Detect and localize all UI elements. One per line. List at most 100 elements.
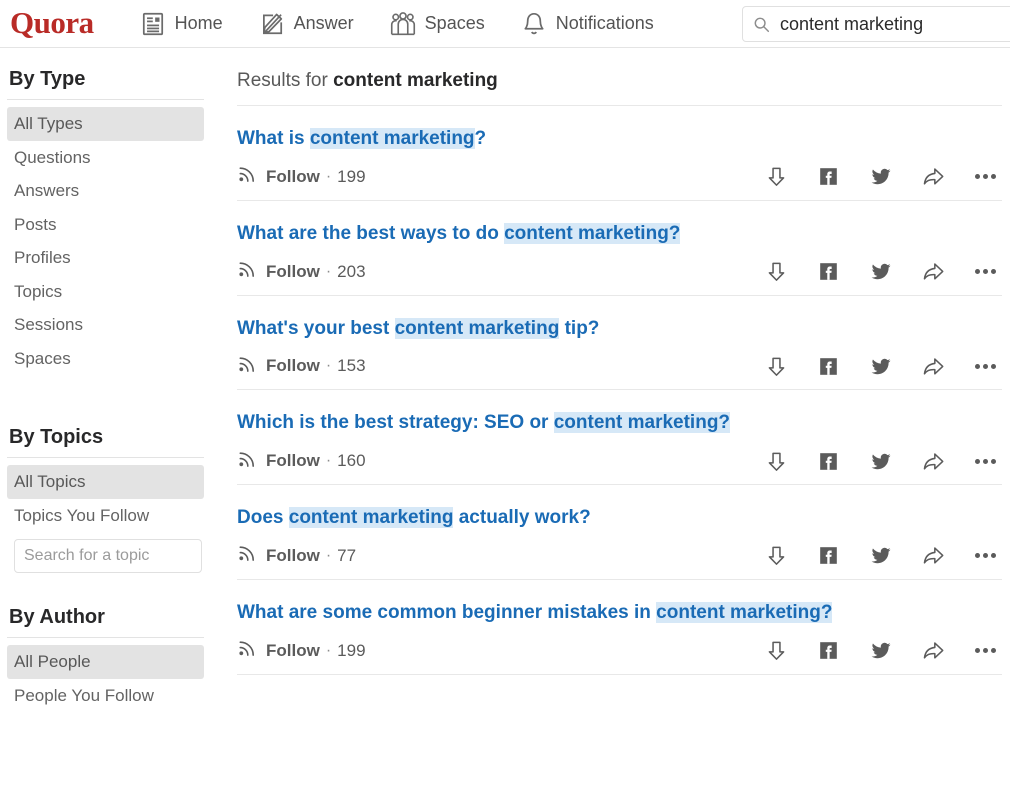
more-options-icon[interactable] bbox=[975, 364, 996, 369]
follower-count: 199 bbox=[337, 641, 365, 661]
search-input[interactable] bbox=[780, 14, 1010, 35]
nav-item-spaces[interactable]: Spaces bbox=[390, 11, 485, 37]
share-arrow-icon[interactable] bbox=[922, 165, 945, 188]
rss-follow-icon bbox=[237, 449, 257, 474]
dot bbox=[991, 459, 996, 464]
sidebar-spacer bbox=[7, 579, 205, 606]
meta-separator: · bbox=[326, 357, 331, 375]
follow-button[interactable]: Follow · 199 bbox=[237, 164, 366, 189]
results-query: content marketing bbox=[333, 70, 498, 91]
dot bbox=[983, 364, 988, 369]
topic-search-input[interactable] bbox=[14, 539, 202, 573]
sidebar-section-by-topics: By Topics All Topics Topics You Follow bbox=[7, 426, 205, 573]
nav-label-spaces: Spaces bbox=[425, 13, 485, 34]
follower-count: 203 bbox=[337, 262, 365, 282]
sidebar-item-posts[interactable]: Posts bbox=[7, 208, 204, 242]
sidebar-item-profiles[interactable]: Profiles bbox=[7, 241, 204, 275]
sidebar-item-topics-you-follow[interactable]: Topics You Follow bbox=[7, 499, 204, 533]
result-title-link[interactable]: What are some common beginner mistakes i… bbox=[237, 601, 1002, 625]
follow-label: Follow bbox=[266, 262, 320, 282]
facebook-share-icon[interactable] bbox=[818, 261, 839, 282]
facebook-share-icon[interactable] bbox=[818, 356, 839, 377]
dot bbox=[983, 648, 988, 653]
result-item: What are the best ways to do content mar… bbox=[237, 201, 1002, 296]
dot bbox=[975, 459, 980, 464]
downvote-arrow-icon[interactable] bbox=[765, 165, 788, 188]
downvote-arrow-icon[interactable] bbox=[765, 260, 788, 283]
dot bbox=[983, 459, 988, 464]
downvote-arrow-icon[interactable] bbox=[765, 639, 788, 662]
sidebar-item-answers[interactable]: Answers bbox=[7, 174, 204, 208]
follow-button[interactable]: Follow · 199 bbox=[237, 638, 366, 663]
more-options-icon[interactable] bbox=[975, 553, 996, 558]
rss-follow-icon bbox=[237, 543, 257, 568]
downvote-arrow-icon[interactable] bbox=[765, 355, 788, 378]
twitter-share-icon[interactable] bbox=[869, 165, 892, 188]
more-options-icon[interactable] bbox=[975, 174, 996, 179]
title-text: ? bbox=[475, 128, 487, 149]
rss-follow-icon bbox=[237, 354, 257, 379]
rss-follow-icon bbox=[237, 164, 257, 189]
sidebar-item-questions[interactable]: Questions bbox=[7, 141, 204, 175]
facebook-share-icon[interactable] bbox=[818, 166, 839, 187]
dot bbox=[983, 553, 988, 558]
twitter-share-icon[interactable] bbox=[869, 260, 892, 283]
follower-count: 153 bbox=[337, 356, 365, 376]
result-item: Which is the best strategy: SEO or conte… bbox=[237, 390, 1002, 485]
dot bbox=[975, 174, 980, 179]
follow-button[interactable]: Follow · 153 bbox=[237, 354, 366, 379]
facebook-share-icon[interactable] bbox=[818, 545, 839, 566]
facebook-share-icon[interactable] bbox=[818, 451, 839, 472]
twitter-share-icon[interactable] bbox=[869, 355, 892, 378]
share-arrow-icon[interactable] bbox=[922, 355, 945, 378]
follow-button[interactable]: Follow · 160 bbox=[237, 449, 366, 474]
rss-follow-icon bbox=[237, 259, 257, 284]
result-actions bbox=[765, 165, 1000, 188]
more-options-icon[interactable] bbox=[975, 269, 996, 274]
twitter-share-icon[interactable] bbox=[869, 450, 892, 473]
result-title-link[interactable]: Which is the best strategy: SEO or conte… bbox=[237, 411, 1002, 435]
sidebar-item-all-types[interactable]: All Types bbox=[7, 107, 204, 141]
follower-count: 199 bbox=[337, 167, 365, 187]
twitter-share-icon[interactable] bbox=[869, 639, 892, 662]
more-options-icon[interactable] bbox=[975, 648, 996, 653]
search-box[interactable] bbox=[742, 6, 1010, 42]
twitter-share-icon[interactable] bbox=[869, 544, 892, 567]
follow-label: Follow bbox=[266, 451, 320, 471]
quora-logo[interactable]: Quora bbox=[10, 7, 94, 38]
dot bbox=[975, 553, 980, 558]
title-text: What is bbox=[237, 128, 310, 149]
sidebar-spacer bbox=[7, 381, 205, 426]
sidebar-item-people-you-follow[interactable]: People You Follow bbox=[7, 679, 204, 713]
share-arrow-icon[interactable] bbox=[922, 260, 945, 283]
dot bbox=[983, 269, 988, 274]
sidebar-item-topics[interactable]: Topics bbox=[7, 275, 204, 309]
follow-button[interactable]: Follow · 77 bbox=[237, 543, 356, 568]
result-title-link[interactable]: What's your best content marketing tip? bbox=[237, 317, 1002, 341]
result-title-link[interactable]: What are the best ways to do content mar… bbox=[237, 222, 1002, 246]
result-actions bbox=[765, 544, 1000, 567]
title-text: What are some common beginner mistakes i… bbox=[237, 602, 656, 623]
share-arrow-icon[interactable] bbox=[922, 544, 945, 567]
result-divider bbox=[237, 674, 1002, 675]
result-title-link[interactable]: Does content marketing actually work? bbox=[237, 506, 1002, 530]
follow-button[interactable]: Follow · 203 bbox=[237, 259, 366, 284]
sidebar-item-all-people[interactable]: All People bbox=[7, 645, 204, 679]
facebook-share-icon[interactable] bbox=[818, 640, 839, 661]
sidebar-item-sessions[interactable]: Sessions bbox=[7, 308, 204, 342]
nav-item-home[interactable]: Home bbox=[140, 11, 223, 37]
downvote-arrow-icon[interactable] bbox=[765, 544, 788, 567]
sidebar-item-all-topics[interactable]: All Topics bbox=[7, 465, 204, 499]
more-options-icon[interactable] bbox=[975, 459, 996, 464]
share-arrow-icon[interactable] bbox=[922, 639, 945, 662]
results-list: What is content marketing? Follow · 199 bbox=[237, 106, 1002, 675]
share-arrow-icon[interactable] bbox=[922, 450, 945, 473]
pencil-answer-icon bbox=[259, 11, 285, 37]
nav-item-answer[interactable]: Answer bbox=[259, 11, 354, 37]
dot bbox=[975, 648, 980, 653]
result-title-link[interactable]: What is content marketing? bbox=[237, 127, 1002, 151]
downvote-arrow-icon[interactable] bbox=[765, 450, 788, 473]
nav-item-notifications[interactable]: Notifications bbox=[521, 11, 654, 37]
home-feed-icon bbox=[140, 11, 166, 37]
sidebar-item-spaces[interactable]: Spaces bbox=[7, 342, 204, 376]
